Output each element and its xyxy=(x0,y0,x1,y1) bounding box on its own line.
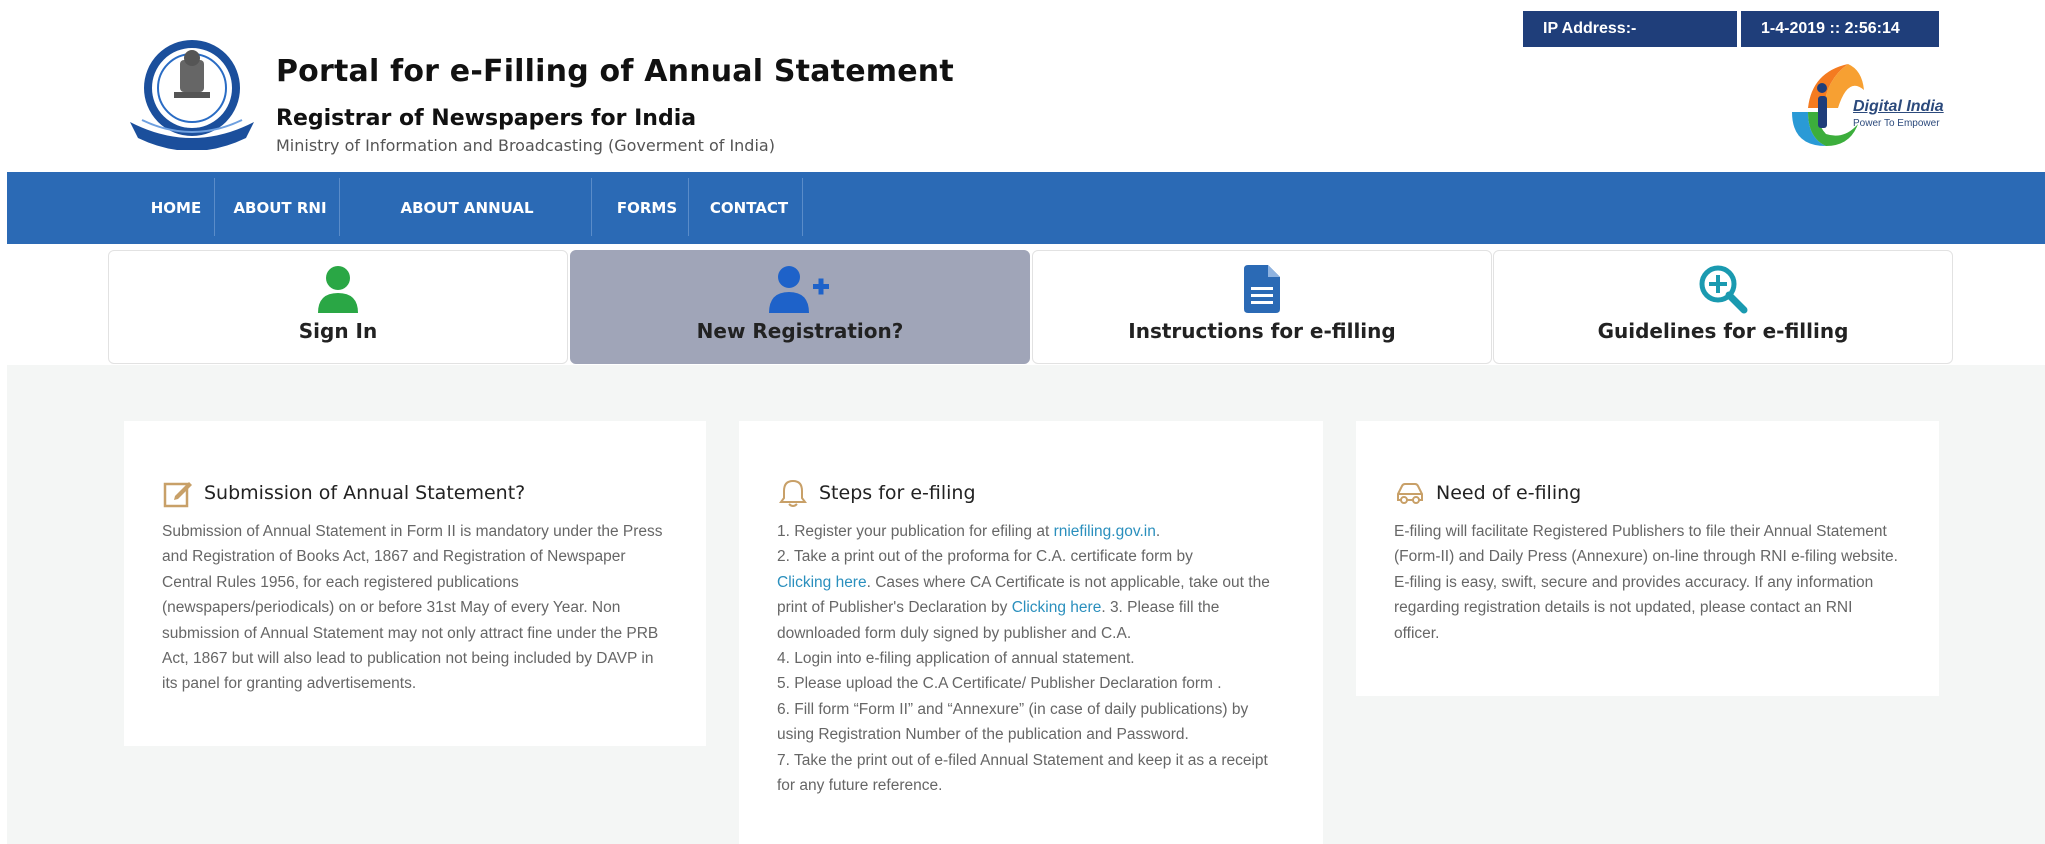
nav-item-contact[interactable]: CONTACT xyxy=(699,172,799,244)
car-icon xyxy=(1394,477,1426,509)
text-line: E-filing will facilitate Registered Publ… xyxy=(1394,523,1887,540)
step-line: 5. Please upload the C.A Certificate/ Pu… xyxy=(777,675,1222,693)
nav-divider xyxy=(591,178,592,236)
sign-in-label: Sign In xyxy=(298,319,378,343)
instructions-tile[interactable]: Instructions for e-filling xyxy=(1032,250,1492,364)
ministry-text: Ministry of Information and Broadcasting… xyxy=(276,136,775,155)
text-line: (newspapers/periodicals) on or before 31… xyxy=(162,599,621,617)
nav-item-forms[interactable]: FORMS xyxy=(601,172,693,244)
guidelines-label: Guidelines for e-filling xyxy=(1597,319,1849,343)
step-line: 4. Login into e-filing application of an… xyxy=(777,650,1135,668)
edit-icon xyxy=(162,477,194,509)
text-line: its panel for granting advertisements. xyxy=(162,675,417,693)
step-line: 7. Take the print out of e-filed Annual … xyxy=(777,751,1268,769)
text-span: . 3. Please fill the xyxy=(1101,599,1220,617)
text-line: regarding registration details is not up… xyxy=(1394,599,1853,617)
steps-card-title: Steps for e-filing xyxy=(819,482,976,504)
digital-india-title: Digital India xyxy=(1853,98,1944,115)
emblem-logo-icon xyxy=(130,40,254,150)
nav-divider xyxy=(802,178,803,236)
submission-card-header: Submission of Annual Statement? xyxy=(162,477,525,509)
step-line: downloaded form duly signed by publisher… xyxy=(777,624,1132,642)
ip-address-badge: IP Address:- 10.197.4.67 xyxy=(1523,11,1737,73)
rniefiling-link[interactable]: rniefiling.gov.in xyxy=(1054,523,1156,540)
search-plus-icon xyxy=(1494,263,1952,315)
steps-card-header: Steps for e-filing xyxy=(777,477,976,509)
text-span: . xyxy=(1155,523,1161,540)
bell-icon xyxy=(777,477,809,509)
ca-certificate-link[interactable]: Clicking here xyxy=(777,574,867,591)
text-line: Submission of Annual Statement in Form I… xyxy=(162,523,663,540)
text-line: Act, 1867 but will also lead to publicat… xyxy=(162,650,654,668)
need-card-title: Need of e-filing xyxy=(1436,482,1582,504)
nav-item-about-annual-statement[interactable]: ABOUT ANNUAL STATEMENT xyxy=(349,172,585,289)
nav-divider xyxy=(339,178,340,236)
need-card-header: Need of e-filing xyxy=(1394,477,1581,509)
text-line: officer. xyxy=(1394,624,1440,642)
step-line: using Registration Number of the publica… xyxy=(777,726,1189,744)
submission-card-text: Submission of Annual Statement in Form I… xyxy=(162,519,663,697)
user-icon xyxy=(109,263,567,315)
user-plus-icon xyxy=(571,263,1029,315)
text-span: . Cases where CA Certificate is not appl… xyxy=(866,573,1270,591)
step-line: 1. Register your publication for efiling… xyxy=(777,519,1270,544)
publisher-declaration-link[interactable]: Clicking here xyxy=(1012,599,1102,616)
text-span: print of Publisher's Declaration by xyxy=(777,599,1012,617)
datetime-badge: 1-4-2019 :: 2:56:14 PM xyxy=(1741,11,1939,73)
new-registration-label: New Registration? xyxy=(696,319,904,343)
site-header: Portal for e-Filling of Annual Statement… xyxy=(0,0,2045,172)
steps-card-text: 1. Register your publication for efiling… xyxy=(777,519,1270,798)
need-card: Need of e-filing E-filing will facilitat… xyxy=(1356,421,1939,696)
sign-in-tile[interactable]: Sign In xyxy=(108,250,568,364)
text-line: E-filing is easy, swift, secure and prov… xyxy=(1394,573,1874,591)
nav-item-home[interactable]: HOME xyxy=(135,172,217,244)
step-line: 2. Take a print out of the proforma for … xyxy=(777,548,1193,566)
document-icon xyxy=(1033,263,1491,315)
steps-card: Steps for e-filing 1. Register your publ… xyxy=(739,421,1323,844)
step-line: 6. Fill form “Form II” and “Annexure” (i… xyxy=(777,700,1249,718)
text-line: Central Rules 1956, for each registered … xyxy=(162,573,519,591)
text-line: submission of Annual Statement may not o… xyxy=(162,624,659,642)
step-line: print of Publisher's Declaration by Clic… xyxy=(777,595,1270,620)
text-line: and Registration of Books Act, 1867 and … xyxy=(162,548,626,566)
nav-item-about-rni[interactable]: ABOUT RNI xyxy=(225,172,335,244)
page-subtitle: Registrar of Newspapers for India xyxy=(276,106,697,131)
need-card-text: E-filing will facilitate Registered Publ… xyxy=(1394,519,1898,646)
new-registration-tile[interactable]: New Registration? xyxy=(570,250,1030,364)
digital-india-tagline: Power To Empower xyxy=(1853,118,1940,129)
submission-card-title: Submission of Annual Statement? xyxy=(204,482,526,504)
step-line: for any future reference. xyxy=(777,777,943,795)
submission-card: Submission of Annual Statement? Submissi… xyxy=(124,421,706,746)
nav-divider xyxy=(688,178,689,236)
text-span: 1. Register your publication for efiling… xyxy=(777,523,1054,540)
guidelines-tile[interactable]: Guidelines for e-filling xyxy=(1493,250,1953,364)
step-line: Clicking here. Cases where CA Certificat… xyxy=(777,570,1270,595)
text-line: (Form-II) and Daily Press (Annexure) on-… xyxy=(1394,548,1898,566)
page-title: Portal for e-Filling of Annual Statement xyxy=(276,54,954,89)
instructions-label: Instructions for e-filling xyxy=(1128,319,1396,343)
main-nav: HOME ABOUT RNI ABOUT ANNUAL STATEMENT FO… xyxy=(7,172,2045,289)
nav-divider xyxy=(214,178,215,236)
